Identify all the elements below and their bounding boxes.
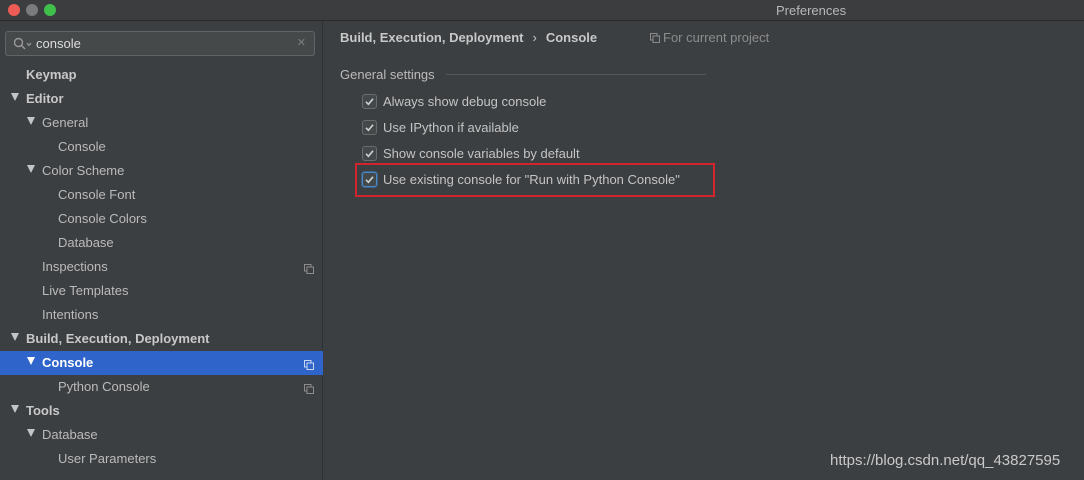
tree-item-label: Inspections — [42, 259, 108, 274]
tree-item-label: General — [42, 115, 89, 130]
expand-arrow-icon[interactable] — [11, 333, 19, 341]
tree-item-label: Database — [42, 427, 98, 442]
tree-item-live-templates[interactable]: Live Templates — [0, 279, 323, 303]
tree-item-general-console[interactable]: Console — [0, 135, 323, 159]
tree-item-label: Color Scheme — [42, 163, 125, 178]
tree-item-build-console[interactable]: Console — [0, 351, 323, 375]
tree-item-color-scheme[interactable]: Color Scheme — [0, 159, 323, 183]
window-title: Preferences — [776, 3, 847, 18]
tree-item-tools[interactable]: Tools — [0, 399, 323, 423]
group-divider — [446, 74, 706, 75]
tree-item-label: Console Font — [58, 187, 136, 202]
clear-search-icon[interactable]: ✕ — [297, 36, 306, 49]
tree-item-label: Live Templates — [42, 283, 129, 298]
expand-arrow-icon[interactable] — [27, 357, 35, 365]
always-show-debug-console-checkbox[interactable] — [362, 94, 377, 109]
breadcrumb: Build, Execution, Deployment › Console — [340, 30, 597, 45]
scope-indicator: For current project — [650, 30, 769, 45]
settings-content-panel: Build, Execution, Deployment › Console For… — [324, 21, 1084, 480]
tree-item-label: User Parameters — [58, 451, 157, 466]
close-window-button[interactable] — [8, 4, 20, 16]
tree-item-user-parameters[interactable]: User Parameters — [0, 447, 323, 471]
breadcrumb-parent: Build, Execution, Deployment — [340, 30, 524, 45]
project-scope-icon — [304, 382, 314, 394]
expand-arrow-icon[interactable] — [27, 165, 35, 173]
project-scope-icon — [650, 33, 660, 43]
expand-arrow-icon[interactable] — [27, 429, 35, 437]
tree-item-label: Intentions — [42, 307, 99, 322]
tree-item-label: Console — [42, 355, 94, 370]
project-scope-icon — [304, 358, 314, 370]
tree-item-label: Editor — [26, 91, 64, 106]
show-console-variables-checkbox[interactable] — [362, 146, 377, 161]
expand-arrow-icon[interactable] — [11, 93, 19, 101]
option-label: Always show debug console — [383, 94, 547, 109]
tree-item-build-execution-deployment[interactable]: Build, Execution, Deployment — [0, 327, 323, 351]
option-label: Show console variables by default — [383, 146, 580, 161]
tree-item-inspections[interactable]: Inspections — [0, 255, 323, 279]
tree-item-label: Python Console — [58, 379, 150, 394]
tree-item-label: Keymap — [26, 67, 77, 82]
search-input[interactable]: console — [36, 36, 81, 51]
breadcrumb-separator: › — [532, 30, 537, 45]
tree-item-editor[interactable]: Editor — [0, 87, 323, 111]
scope-label: For current project — [663, 30, 770, 45]
tree-item-label: Console Colors — [58, 211, 147, 226]
minimize-window-button[interactable] — [26, 4, 38, 16]
tree-item-tools-database[interactable]: Database — [0, 423, 323, 447]
settings-sidebar: console ✕ Keymap Editor General Console … — [0, 21, 323, 480]
title-bar: Preferences — [0, 0, 1084, 21]
highlight-annotation — [355, 163, 715, 197]
tree-item-label: Database — [58, 235, 114, 250]
tree-item-intentions[interactable]: Intentions — [0, 303, 323, 327]
tree-item-label: Build, Execution, Deployment — [26, 331, 210, 346]
breadcrumb-current: Console — [545, 30, 598, 45]
zoom-window-button[interactable] — [44, 4, 56, 16]
option-label: Use IPython if available — [383, 120, 519, 135]
tree-item-general[interactable]: General — [0, 111, 323, 135]
use-ipython-checkbox[interactable] — [362, 120, 377, 135]
tree-item-console-colors[interactable]: Console Colors — [0, 207, 323, 231]
watermark: https://blog.csdn.net/qq_43827595 — [830, 452, 1061, 469]
settings-search-field[interactable]: console ✕ — [5, 31, 315, 56]
search-icon[interactable] — [13, 37, 33, 51]
tree-item-label: Console — [58, 139, 106, 154]
expand-arrow-icon[interactable] — [27, 117, 35, 125]
expand-arrow-icon[interactable] — [11, 405, 19, 413]
general-settings-title: General settings — [340, 67, 435, 82]
tree-item-console-font[interactable]: Console Font — [0, 183, 323, 207]
tree-item-color-database[interactable]: Database — [0, 231, 323, 255]
tree-item-keymap[interactable]: Keymap — [0, 63, 323, 87]
tree-item-python-console[interactable]: Python Console — [0, 375, 323, 399]
project-scope-icon — [304, 262, 314, 274]
tree-item-label: Tools — [26, 403, 60, 418]
